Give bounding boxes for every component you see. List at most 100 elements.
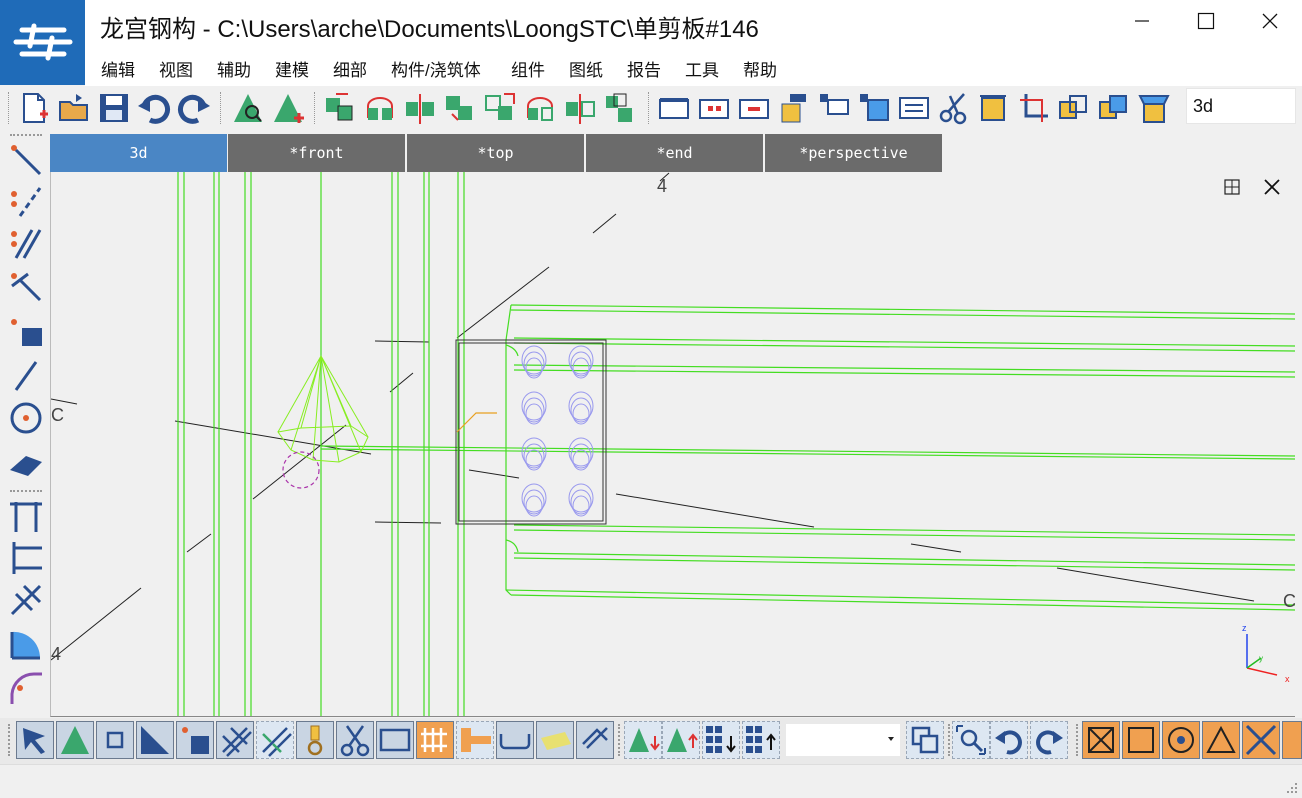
line-icon[interactable] (6, 356, 44, 394)
snap-center-button[interactable] (1162, 721, 1200, 759)
redo-icon[interactable] (176, 90, 212, 126)
angle-line-icon[interactable] (6, 268, 44, 306)
select-assembly-up-button[interactable] (662, 721, 700, 759)
copy-special-icon[interactable] (362, 90, 398, 126)
minimize-button[interactable] (1110, 0, 1174, 42)
grid-view-icon[interactable] (776, 90, 812, 126)
view-properties-icon[interactable] (736, 90, 772, 126)
array-icon[interactable] (602, 90, 638, 126)
mirror-icon[interactable] (402, 90, 438, 126)
snap-more-button[interactable] (1282, 721, 1302, 759)
select-points-button[interactable] (96, 721, 134, 759)
zoom-redo-button[interactable] (1030, 721, 1068, 759)
maximize-button[interactable] (1174, 0, 1238, 42)
resize-grip-icon[interactable] (1286, 782, 1298, 794)
move-special-icon[interactable] (482, 90, 518, 126)
parallel-lines-icon[interactable] (6, 224, 44, 262)
select-surface-button[interactable] (536, 721, 574, 759)
view-window-icon[interactable] (656, 90, 692, 126)
copy-view-button[interactable] (906, 721, 944, 759)
toolbar-grip (10, 134, 42, 136)
select-grids-button[interactable] (216, 721, 254, 759)
select-bolts-button[interactable] (416, 721, 454, 759)
mirror-special-icon[interactable] (562, 90, 598, 126)
tab-perspective[interactable]: *perspective (765, 134, 942, 172)
select-views-button[interactable] (376, 721, 414, 759)
menu-tools[interactable]: 工具 (685, 56, 719, 81)
menu-reports[interactable]: 报告 (627, 56, 661, 81)
view-name-input[interactable]: 3d (1186, 88, 1296, 124)
model-viewport[interactable]: 4 C 4 C z x y (50, 172, 1295, 717)
work-area-icon[interactable] (976, 90, 1012, 126)
select-welds-button[interactable] (296, 721, 334, 759)
snap-intersection-button[interactable] (1242, 721, 1280, 759)
select-grid-lines-button[interactable] (256, 721, 294, 759)
view-list-text-icon[interactable] (896, 90, 932, 126)
tab-front[interactable]: *front (228, 134, 405, 172)
menu-components[interactable]: 组件 (511, 56, 545, 81)
model-canvas[interactable]: 4 C 4 C z x y (51, 172, 1295, 717)
bolt-group-icon (421, 728, 447, 752)
menu-help[interactable]: 帮助 (743, 56, 777, 81)
work-plane-icon[interactable] (1056, 90, 1092, 126)
select-cuts-button[interactable] (336, 721, 374, 759)
dashed-line-icon[interactable] (6, 182, 44, 220)
tab-top[interactable]: *top (407, 134, 584, 172)
select-dimensions-button[interactable] (576, 721, 614, 759)
select-assembly-down-button[interactable] (624, 721, 662, 759)
selection-filter-dropdown[interactable] (786, 724, 900, 756)
open-folder-icon[interactable] (56, 90, 92, 126)
plane-parallel-icon[interactable] (1096, 90, 1132, 126)
select-single-bolt-button[interactable] (456, 721, 494, 759)
tab-end[interactable]: *end (586, 134, 763, 172)
circle-icon[interactable] (6, 398, 44, 436)
snap-midpoint-button[interactable] (1202, 721, 1240, 759)
zoom-undo-button[interactable] (990, 721, 1028, 759)
new-file-icon[interactable] (16, 90, 52, 126)
crop-icon[interactable] (1016, 90, 1052, 126)
grid-portal-icon[interactable] (6, 496, 44, 534)
select-planes-button[interactable] (136, 721, 174, 759)
move-object-icon[interactable] (442, 90, 478, 126)
arc-icon[interactable] (6, 668, 44, 706)
menu-assist[interactable]: 辅助 (217, 56, 251, 81)
menu-drawings[interactable]: 图纸 (569, 56, 603, 81)
tab-3d[interactable]: 3d (50, 134, 227, 172)
select-reinforcement-button[interactable] (496, 721, 534, 759)
zoom-button[interactable] (952, 721, 990, 759)
menu-view[interactable]: 视图 (159, 56, 193, 81)
close-window-button[interactable] (1238, 0, 1302, 42)
copy-object-icon[interactable] (322, 90, 358, 126)
plane-3d-icon[interactable] (1136, 90, 1172, 126)
select-components-button[interactable] (176, 721, 214, 759)
point-rectangle-icon[interactable] (6, 314, 44, 352)
tile-views-icon[interactable] (1223, 178, 1241, 196)
snap-cross-box-button[interactable] (1082, 721, 1120, 759)
close-view-icon[interactable] (1263, 178, 1281, 196)
grid-intersect-icon[interactable] (6, 580, 44, 618)
add-object-icon[interactable] (270, 90, 306, 126)
select-all-button[interactable] (16, 721, 54, 759)
select-object-up-button[interactable] (742, 721, 780, 759)
rotate-icon[interactable] (522, 90, 558, 126)
menu-parts[interactable]: 构件/浇筑体 (391, 56, 481, 81)
view-list-icon[interactable] (696, 90, 732, 126)
snap-square-button[interactable] (1122, 721, 1160, 759)
grid-frame-icon[interactable] (6, 538, 44, 576)
save-icon[interactable] (96, 90, 132, 126)
menu-detailing[interactable]: 细部 (333, 56, 367, 81)
select-parts-button[interactable] (56, 721, 94, 759)
inquire-object-icon[interactable] (230, 90, 266, 126)
menu-modeling[interactable]: 建模 (275, 56, 309, 81)
scissors-icon[interactable] (936, 90, 972, 126)
window-title: 龙宫钢构 - C:\Users\arche\Documents\LoongSTC… (100, 16, 759, 43)
plane-icon[interactable] (6, 442, 44, 480)
point-line-icon[interactable] (6, 140, 44, 178)
undo-icon[interactable] (136, 90, 172, 126)
toolbar-separator (948, 724, 950, 756)
menu-edit[interactable]: 编辑 (101, 56, 135, 81)
select-object-down-button[interactable] (702, 721, 740, 759)
view-on-plane-icon[interactable] (816, 90, 852, 126)
view-part-icon[interactable] (856, 90, 892, 126)
quarter-shape-icon[interactable] (6, 624, 44, 662)
